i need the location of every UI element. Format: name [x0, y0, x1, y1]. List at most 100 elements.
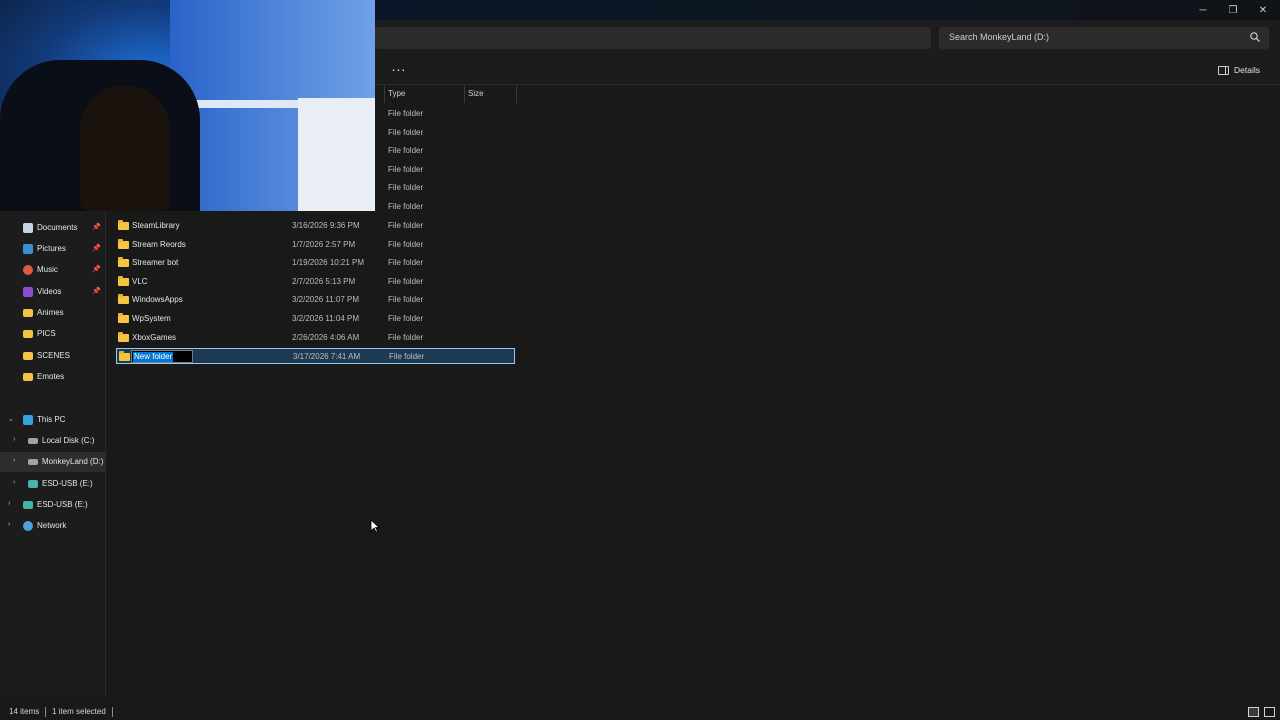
column-separator[interactable] — [516, 85, 517, 103]
column-header-size[interactable]: Size — [464, 85, 516, 103]
more-options-button[interactable]: ... — [388, 59, 410, 78]
sidebar-item-label: Music — [37, 265, 58, 274]
chevron-right-icon[interactable]: › — [8, 521, 10, 528]
column-header-type[interactable]: Type — [384, 85, 464, 103]
status-divider — [112, 707, 113, 717]
file-row[interactable]: XboxGames 2/26/2026 4:06 AM File folder — [116, 330, 515, 347]
file-type: File folder — [389, 352, 425, 361]
pin-icon[interactable]: 📌 — [92, 244, 101, 252]
file-row[interactable]: VLC 2/7/2026 5:13 PM File folder — [116, 274, 515, 291]
network-icon — [23, 521, 33, 531]
sidebar-item-label: PICS — [37, 329, 56, 338]
details-pane-button[interactable]: Details — [1218, 62, 1260, 78]
search-input[interactable]: Search MonkeyLand (D:) — [939, 27, 1269, 49]
sidebar-item-label: ESD-USB (E:) — [42, 479, 93, 488]
folder-icon — [118, 313, 129, 323]
folder-icon — [118, 275, 129, 286]
file-type: File folder — [388, 164, 424, 174]
sidebar-item-emotes[interactable]: Emotes — [0, 367, 105, 387]
file-type: File folder — [388, 202, 424, 211]
sidebar-item-local-disk[interactable]: › Local Disk (C:) — [0, 431, 105, 451]
webcam-pc-case — [298, 98, 375, 211]
file-type: File folder — [388, 332, 424, 342]
folder-icon — [118, 257, 129, 268]
file-row[interactable]: WindowsApps 3/2/2026 11:07 PM File folde… — [116, 292, 515, 309]
sidebar-item-network[interactable]: › Network — [0, 516, 105, 536]
sidebar-item-pictures[interactable]: Pictures 📌 — [0, 239, 105, 259]
sidebar-item-monkeyland[interactable]: › MonkeyLand (D:) — [0, 452, 105, 472]
pin-icon[interactable]: 📌 — [92, 223, 101, 231]
sidebar-item-pics[interactable]: PICS — [0, 324, 105, 344]
disk-icon — [28, 438, 38, 444]
close-button[interactable]: ✕ — [1248, 0, 1278, 20]
address-bar[interactable] — [375, 27, 931, 49]
file-name: WindowsApps — [132, 295, 183, 305]
chevron-right-icon[interactable]: › — [8, 500, 10, 507]
sidebar-item-label: Videos — [37, 287, 62, 296]
sidebar-item-scenes[interactable]: SCENES — [0, 346, 105, 366]
file-name: Streamer bot — [132, 258, 179, 268]
file-date: 3/16/2026 9:36 PM — [292, 221, 360, 230]
folder-icon — [118, 294, 129, 305]
webcam-person — [80, 85, 170, 211]
chevron-right-icon[interactable]: › — [13, 479, 15, 486]
sidebar-item-label: SCENES — [37, 351, 70, 360]
file-row[interactable]: SteamLibrary 3/16/2026 9:36 PM File fold… — [116, 218, 515, 235]
file-type: File folder — [388, 127, 424, 137]
sidebar-item-label: MonkeyLand (D:) — [42, 457, 104, 466]
item-count: 14 items — [9, 707, 40, 716]
sidebar-item-label: Documents — [37, 223, 78, 232]
sidebar-item-music[interactable]: Music 📌 — [0, 260, 105, 280]
file-date: 3/2/2026 11:04 PM — [292, 314, 360, 323]
file-date: 2/26/2026 4:06 AM — [292, 332, 360, 342]
pictures-icon — [23, 244, 33, 254]
chevron-down-icon[interactable]: ⌄ — [8, 415, 14, 423]
mouse-cursor-icon — [370, 519, 380, 533]
large-icons-view-button[interactable] — [1264, 707, 1275, 717]
file-row-selected[interactable]: New folder 3/17/2026 7:41 AM File folder — [116, 348, 515, 364]
file-name: XboxGames — [132, 332, 177, 342]
file-row[interactable]: WpSystem 3/2/2026 11:04 PM File folder — [116, 311, 515, 328]
pin-icon[interactable]: 📌 — [92, 287, 101, 295]
chevron-right-icon[interactable]: › — [13, 457, 15, 464]
sidebar-item-label: This PC — [37, 415, 66, 424]
sidebar-item-label: Network — [37, 521, 67, 530]
file-type: File folder — [388, 146, 424, 156]
minimize-button[interactable]: ─ — [1188, 0, 1218, 20]
file-type: File folder — [388, 295, 424, 305]
file-name: WpSystem — [132, 314, 171, 323]
file-date: 2/7/2026 5:13 PM — [292, 276, 356, 286]
file-type: File folder — [388, 221, 424, 230]
sidebar-item-label: Emotes — [37, 372, 65, 381]
usb-icon — [28, 480, 38, 488]
sidebar-item-label: Pictures — [37, 244, 66, 253]
webcam-overlay — [0, 0, 375, 211]
pin-icon[interactable]: 📌 — [92, 265, 101, 273]
folder-icon — [23, 352, 33, 360]
chevron-right-icon[interactable]: › — [13, 436, 15, 443]
sidebar-item-esd-usb-root[interactable]: › ESD-USB (E:) — [0, 495, 105, 515]
folder-icon — [118, 220, 129, 230]
search-placeholder: Search MonkeyLand (D:) — [949, 32, 1050, 42]
sidebar-item-videos[interactable]: Videos 📌 — [0, 282, 105, 302]
sidebar-item-this-pc[interactable]: ⌄ This PC — [0, 410, 105, 430]
usb-icon — [23, 501, 33, 509]
sidebar-item-esd-usb[interactable]: › ESD-USB (E:) — [0, 474, 105, 494]
details-label: Details — [1234, 65, 1260, 75]
file-type: File folder — [388, 258, 424, 268]
file-row[interactable]: Stream Reords 1/7/2026 2:57 PM File fold… — [116, 237, 515, 254]
rename-selected-text: New folder — [133, 352, 174, 362]
sidebar-item-label: ESD-USB (E:) — [37, 500, 88, 509]
sidebar-item-documents[interactable]: Documents 📌 — [0, 218, 105, 238]
file-row[interactable]: Streamer bot 1/19/2026 10:21 PM File fol… — [116, 255, 515, 272]
rename-input[interactable]: New folder — [131, 350, 193, 363]
sidebar-item-animes[interactable]: Animes — [0, 303, 105, 323]
file-date: 3/2/2026 11:07 PM — [292, 295, 360, 305]
selection-count: 1 item selected — [52, 707, 106, 716]
file-name: VLC — [132, 276, 148, 286]
folder-icon — [23, 330, 33, 338]
maximize-button[interactable]: ❐ — [1218, 0, 1248, 20]
folder-icon — [23, 309, 33, 317]
folder-icon — [118, 331, 129, 342]
details-view-button[interactable] — [1248, 707, 1259, 717]
